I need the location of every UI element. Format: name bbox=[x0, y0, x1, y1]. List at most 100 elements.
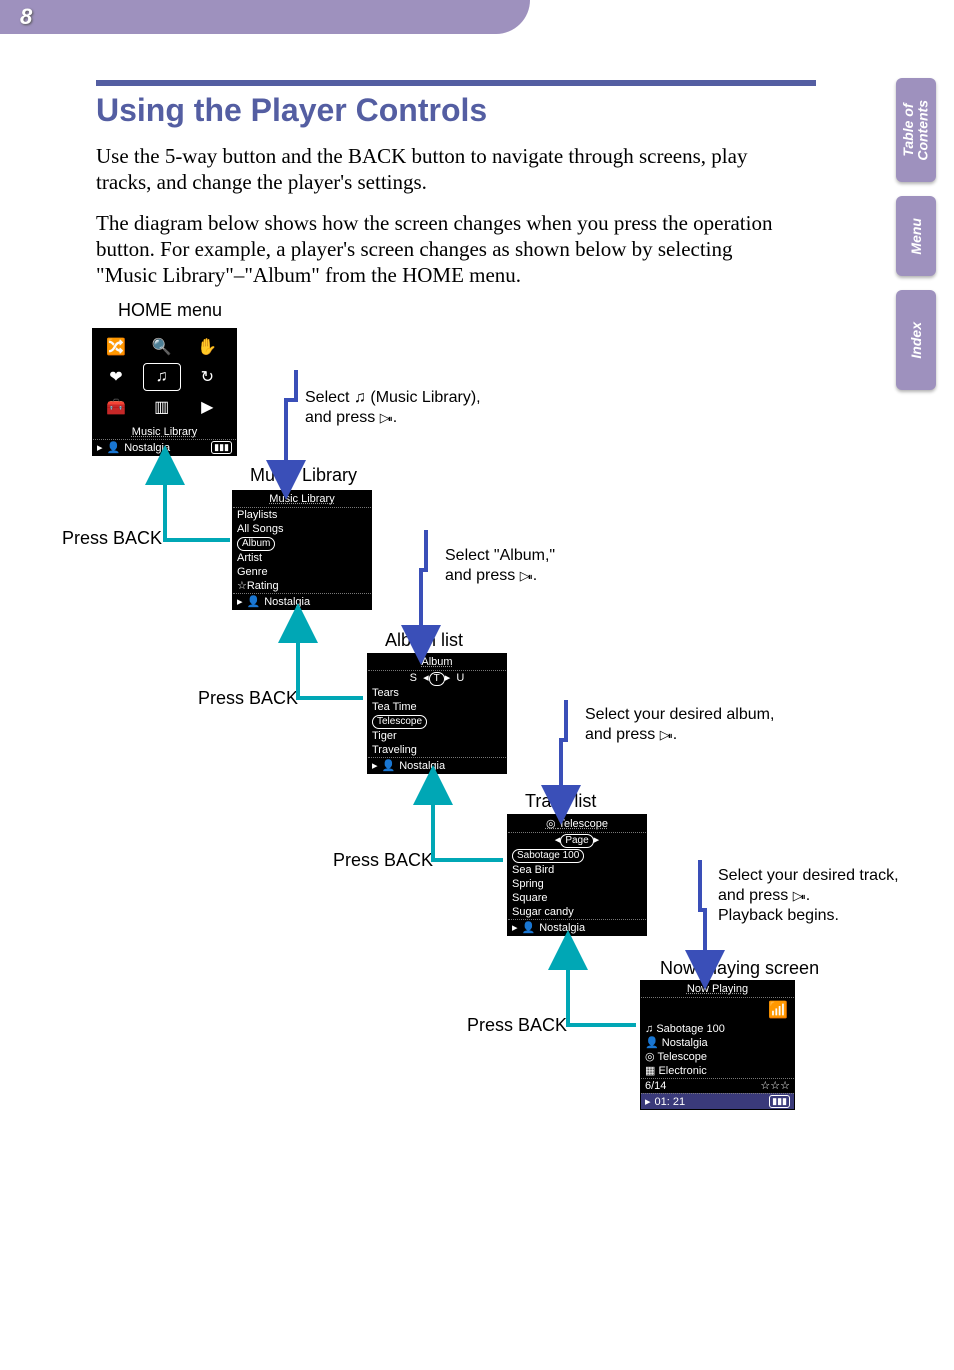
settings-icon: 🧰 bbox=[97, 393, 135, 421]
instr-text: and press bbox=[718, 887, 793, 904]
now-time: 01: 21 bbox=[655, 1096, 686, 1108]
person-icon: 👤 bbox=[107, 441, 121, 454]
label-press-back-1: Press BACK bbox=[62, 528, 162, 549]
now-album: ◎ Telescope bbox=[641, 1050, 794, 1064]
now-song-text: Sabotage 100 bbox=[656, 1023, 725, 1035]
play-triangle-icon: ▸ bbox=[645, 1095, 651, 1108]
tab-index[interactable]: Index bbox=[896, 290, 936, 390]
label-press-back-4: Press BACK bbox=[467, 1015, 567, 1036]
instr-text: and press bbox=[445, 567, 520, 584]
home-footer: ▸ 👤 Nostalgia ▮▮▮ bbox=[93, 439, 236, 455]
arrow-back-4 bbox=[558, 947, 643, 1027]
home-footer-title: Music Library bbox=[93, 425, 236, 439]
home-footer-song: Nostalgia bbox=[124, 442, 170, 454]
pause-icon bbox=[670, 726, 673, 743]
person-icon: 👤 bbox=[382, 759, 396, 772]
track-header-text: Telescope bbox=[558, 818, 608, 830]
instr-select-library: Select ♫ (Music Library), and press . bbox=[305, 388, 481, 428]
play-triangle-icon: ▸ bbox=[372, 759, 378, 772]
star-icon: ☆☆☆ bbox=[760, 1079, 790, 1093]
page-number: 8 bbox=[20, 4, 32, 30]
arrow-back-2 bbox=[288, 620, 368, 700]
now-footer: ▸ 01: 21 ▮▮▮ bbox=[641, 1093, 794, 1109]
instr-text: Select "Album," bbox=[445, 547, 555, 564]
lib-footer-song: Nostalgia bbox=[264, 596, 310, 608]
now-song: ♫ Sabotage 100 bbox=[641, 1022, 794, 1036]
list-item: Tiger bbox=[368, 729, 506, 743]
track-footer: ▸ 👤 Nostalgia bbox=[508, 919, 646, 935]
lib-footer: ▸ 👤 Nostalgia bbox=[233, 593, 371, 609]
music-library-icon: ♫ bbox=[143, 363, 181, 391]
list-item: ☆Rating bbox=[233, 579, 371, 593]
arrow-back-1 bbox=[155, 462, 235, 542]
list-item: Tea Time bbox=[368, 700, 506, 714]
list-item: Square bbox=[508, 891, 646, 905]
arrow-down-3 bbox=[516, 700, 576, 810]
list-item: Traveling bbox=[368, 743, 506, 757]
title-rule bbox=[96, 80, 816, 86]
list-item: Sugar candy bbox=[508, 905, 646, 919]
list-item: Album bbox=[233, 536, 371, 551]
list-item: Spring bbox=[508, 877, 646, 891]
tab-index-label: Index bbox=[909, 322, 924, 359]
track-items: Sabotage 100Sea BirdSpringSquareSugar ca… bbox=[508, 848, 646, 919]
label-home-menu: HOME menu bbox=[118, 300, 222, 321]
now-genre: ▦ Electronic bbox=[641, 1064, 794, 1078]
label-press-back-3: Press BACK bbox=[333, 850, 433, 871]
person-icon: 👤 bbox=[247, 595, 261, 608]
instr-text: Select your desired album, bbox=[585, 706, 774, 723]
instr-text: and press bbox=[585, 726, 660, 743]
instr-text: and press bbox=[305, 409, 380, 426]
lib-header: Music Library bbox=[233, 491, 371, 508]
play-triangle-icon: ▸ bbox=[512, 921, 518, 934]
home-icon-grid: 🔀 🔍 ✋ ❤ ♫ ↻ 🧰 ▥ ▶ bbox=[93, 329, 236, 425]
arrow-back-3 bbox=[423, 782, 508, 862]
instr-text: Select your desired track, bbox=[718, 867, 899, 884]
tab-table-of-contents[interactable]: Table of Contents bbox=[896, 78, 936, 182]
selected-item: Telescope bbox=[372, 715, 427, 729]
tab-menu-label: Menu bbox=[909, 218, 924, 255]
list-item: Artist bbox=[233, 551, 371, 565]
track-page-row: ◂Page▸ bbox=[508, 833, 646, 848]
arrow-down-1 bbox=[236, 350, 306, 490]
arrow-down-4 bbox=[650, 860, 720, 980]
track-header: ◎ Telescope bbox=[508, 815, 646, 833]
arrow-down-2 bbox=[376, 530, 436, 650]
disc-icon: ◎ bbox=[546, 818, 556, 830]
now-artist: 👤 Nostalgia bbox=[641, 1036, 794, 1050]
pause-icon bbox=[530, 567, 533, 584]
screen-music-library: Music Library PlaylistsAll SongsAlbumArt… bbox=[232, 490, 372, 610]
tab-menu[interactable]: Menu bbox=[896, 196, 936, 276]
now-album-text: Telescope bbox=[657, 1051, 707, 1063]
screen-track-list: ◎ Telescope ◂Page▸ Sabotage 100Sea BirdS… bbox=[507, 814, 647, 936]
track-page-label: Page bbox=[560, 834, 593, 848]
now-artist-text: Nostalgia bbox=[662, 1037, 708, 1049]
screen-now-playing: Now Playing 📶 ♫ Sabotage 100 👤 Nostalgia… bbox=[640, 980, 795, 1110]
instr-select-desired-track: Select your desired track, and press . P… bbox=[718, 866, 899, 926]
shuffle-icon: 🔀 bbox=[97, 333, 135, 361]
genre-icon: ▦ bbox=[645, 1065, 655, 1077]
list-item: Telescope bbox=[368, 714, 506, 729]
screen-album-list: Album S ◂T▸ U TearsTea TimeTelescopeTige… bbox=[367, 653, 507, 774]
battery-icon: ▮▮▮ bbox=[211, 441, 232, 454]
heart-icon: ❤ bbox=[97, 363, 135, 391]
pause-icon bbox=[803, 887, 806, 904]
instr-select-album: Select "Album," and press . bbox=[445, 546, 555, 586]
page-title: Using the Player Controls bbox=[96, 92, 856, 129]
instr-text: Select bbox=[305, 389, 354, 406]
album-items: TearsTea TimeTelescopeTigerTraveling bbox=[368, 686, 506, 757]
music-note-icon: ♫ bbox=[354, 389, 366, 406]
jacket-icon: ✋ bbox=[188, 333, 226, 361]
play-triangle-icon: ▸ bbox=[237, 595, 243, 608]
list-item: Sea Bird bbox=[508, 863, 646, 877]
selected-item: Album bbox=[237, 537, 275, 551]
selected-item: Sabotage 100 bbox=[512, 849, 584, 863]
person-icon: 👤 bbox=[522, 921, 536, 934]
list-item: Playlists bbox=[233, 508, 371, 522]
instr-text: Playback begins. bbox=[718, 907, 839, 924]
instr-text: (Music Library), bbox=[370, 389, 480, 406]
music-note-icon: ♫ bbox=[645, 1023, 653, 1035]
list-item: All Songs bbox=[233, 522, 371, 536]
screen-home: 🔀 🔍 ✋ ❤ ♫ ↻ 🧰 ▥ ▶ Music Library ▸ 👤 Nost… bbox=[92, 328, 237, 456]
person-icon: 👤 bbox=[645, 1037, 659, 1049]
